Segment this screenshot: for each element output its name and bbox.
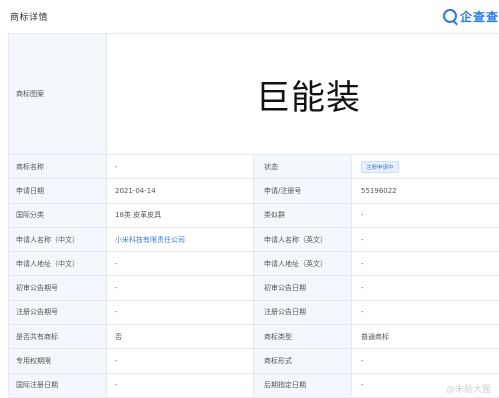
field-value: 普通商标 [361, 332, 389, 341]
field-label: 申请人名称（中文） [9, 227, 107, 252]
table-row: 注册公告期号 - 注册公告日期 - [9, 300, 499, 326]
field-value: 注册申请中 [352, 155, 499, 178]
table-row: 申请日期 2021-04-14 申请/注册号 55196022 [9, 179, 499, 204]
trademark-detail-table: 商标图案 巨能装 商标名称 - 状态 注册申请中 申请日期 2021-04-14… [8, 33, 499, 398]
trademark-image-text: 巨能装 [256, 77, 361, 118]
field-label: 类似群 [254, 203, 352, 227]
search-logo-icon [443, 9, 457, 23]
table-row: 专用权期限 - 商标形式 - [9, 349, 499, 374]
field-value: 2021-04-14 [107, 179, 254, 203]
applicant-link[interactable]: 小米科技有限责任公司 [107, 227, 254, 252]
table-row: 申请人地址（中文） - 申请人地址（英文） - [9, 252, 499, 277]
detail-rows: 商标名称 - 状态 注册申请中 申请日期 2021-04-14 申请/注册号 5… [9, 155, 499, 398]
field-value: 55196022 [361, 186, 397, 195]
page-header: 商标详情 企查查 [0, 0, 499, 32]
table-row: 国际分类 18类 皮革皮具 类似群 - [9, 203, 499, 228]
field-value: - [361, 357, 364, 366]
status-badge: 注册申请中 [361, 160, 399, 173]
field-value: - [361, 259, 364, 268]
field-label: 后期指定日期 [254, 373, 352, 397]
field-label: 国际注册日期 [9, 373, 107, 397]
table-row: 申请人名称（中文） 小米科技有限责任公司 申请人名称（英文） - [9, 227, 499, 253]
field-value: - [107, 276, 254, 300]
logo-text: 企查查 [460, 9, 499, 24]
trademark-image-row: 商标图案 巨能装 [9, 34, 499, 155]
field-label: 专用权期限 [9, 349, 107, 373]
field-value: 18类 皮革皮具 [107, 203, 254, 227]
field-label: 申请人名称（英文） [254, 227, 352, 252]
field-value: - [107, 349, 254, 373]
field-label: 初审公告期号 [9, 276, 107, 300]
qichacha-logo[interactable]: 企查查 [443, 6, 499, 26]
field-value: - [361, 235, 364, 244]
field-label: 国际分类 [9, 203, 107, 227]
table-row: 是否共有商标 否 商标类型 普通商标 [9, 325, 499, 350]
field-label: 注册公告日期 [254, 300, 352, 325]
watermark: @未脑大猩 [445, 385, 491, 395]
field-value: - [361, 284, 364, 293]
field-label: 申请人地址（英文） [254, 252, 352, 276]
field-label: 申请人地址（中文） [9, 252, 107, 276]
field-label: 商标形式 [254, 349, 352, 373]
table-row: 国际注册日期 - 后期指定日期 - [9, 373, 499, 398]
field-value: - [361, 308, 364, 317]
field-label: 状态 [254, 155, 352, 179]
table-row: 初审公告期号 - 初审公告日期 - [9, 276, 499, 301]
field-label: 初审公告日期 [254, 276, 352, 300]
field-label: 申请/注册号 [254, 179, 352, 203]
trademark-image: 巨能装 [107, 34, 499, 154]
field-label: 是否共有商标 [9, 325, 107, 349]
field-value: - [107, 155, 254, 179]
field-value: - [107, 373, 254, 397]
page-title: 商标详情 [10, 13, 49, 23]
trademark-image-label: 商标图案 [9, 34, 107, 154]
field-value: - [107, 300, 254, 325]
field-label: 注册公告期号 [9, 300, 107, 325]
field-label: 申请日期 [9, 179, 107, 203]
field-value: 否 [107, 325, 254, 349]
table-row: 商标名称 - 状态 注册申请中 [9, 155, 499, 180]
field-label: 商标类型 [254, 325, 352, 349]
field-label: 商标名称 [9, 155, 107, 179]
field-value: - [107, 252, 254, 276]
field-value: - [361, 211, 364, 220]
